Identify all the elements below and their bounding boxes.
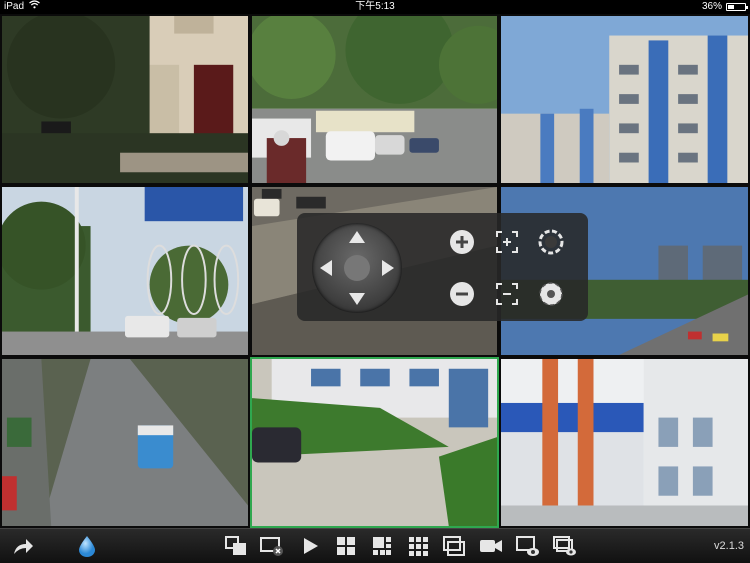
pan-right-button[interactable] <box>382 260 394 276</box>
playback-button[interactable] <box>552 534 578 558</box>
layout-4-button[interactable] <box>333 534 359 558</box>
layout-9-icon <box>409 537 428 556</box>
iris-open-button[interactable] <box>537 228 565 256</box>
zoom-out-icon <box>450 282 474 306</box>
preview-icon <box>516 536 539 556</box>
direction-pad <box>312 223 402 313</box>
video-channel-4[interactable] <box>0 185 250 357</box>
multi-view-icon <box>225 536 246 555</box>
camera-feed-street <box>252 16 497 183</box>
play-button[interactable] <box>297 534 323 558</box>
clock: 下午5:13 <box>355 1 395 12</box>
playback-icon <box>553 536 576 556</box>
layout-9-button[interactable] <box>405 534 431 558</box>
camera-feed-building-lawn <box>252 359 497 526</box>
pan-up-button[interactable] <box>349 231 365 243</box>
focus-near-icon <box>496 231 518 253</box>
zoom-out-button[interactable] <box>448 280 476 308</box>
camera-feed-house <box>2 16 248 183</box>
close-channel-icon <box>260 537 283 556</box>
battery-icon <box>726 3 748 11</box>
camera-feed-factory <box>501 359 748 526</box>
video-channel-7[interactable] <box>0 357 250 528</box>
back-button[interactable] <box>10 534 36 558</box>
layout-4-icon <box>337 537 355 555</box>
ptz-control-panel <box>297 213 588 321</box>
focus-near-button[interactable] <box>493 228 521 256</box>
status-bar: iPad 下午5:13 36% <box>0 0 750 14</box>
app-version: v2.1.3 <box>714 540 744 552</box>
video-channel-9[interactable] <box>499 357 750 528</box>
video-channel-1[interactable] <box>0 14 250 185</box>
fullscreen-icon <box>443 536 465 556</box>
dpad-center <box>344 255 370 281</box>
ptz-icon <box>79 536 95 557</box>
layout-6-icon <box>373 537 391 555</box>
app-root: iPad 下午5:13 36% v2.1.3 <box>0 0 750 563</box>
video-channel-2[interactable] <box>250 14 499 185</box>
focus-far-icon <box>496 283 518 305</box>
record-button[interactable] <box>478 534 504 558</box>
camera-feed-apartments <box>501 16 748 183</box>
layout-6-button[interactable] <box>369 534 395 558</box>
record-icon <box>480 540 502 552</box>
iris-close-button[interactable] <box>537 280 565 308</box>
camera-feed-billboard <box>2 187 248 355</box>
camera-feed-highway-aerial <box>2 359 248 526</box>
iris-close-icon <box>539 282 563 306</box>
video-channel-3[interactable] <box>499 14 750 185</box>
pan-down-button[interactable] <box>349 293 365 305</box>
fullscreen-button[interactable] <box>441 534 467 558</box>
iris-open-icon <box>538 229 564 255</box>
pan-left-button[interactable] <box>320 260 332 276</box>
close-channel-button[interactable] <box>259 534 285 558</box>
battery-percent: 36% <box>701 1 722 12</box>
bottom-toolbar: v2.1.3 <box>0 528 750 563</box>
ptz-toggle-button[interactable] <box>74 534 100 558</box>
focus-far-button[interactable] <box>493 280 521 308</box>
back-icon <box>14 539 33 554</box>
preview-button[interactable] <box>515 534 541 558</box>
zoom-in-icon <box>450 230 474 254</box>
video-channel-8[interactable] <box>250 357 499 528</box>
multi-view-button[interactable] <box>223 534 249 558</box>
play-icon <box>304 538 318 554</box>
zoom-in-button[interactable] <box>448 228 476 256</box>
